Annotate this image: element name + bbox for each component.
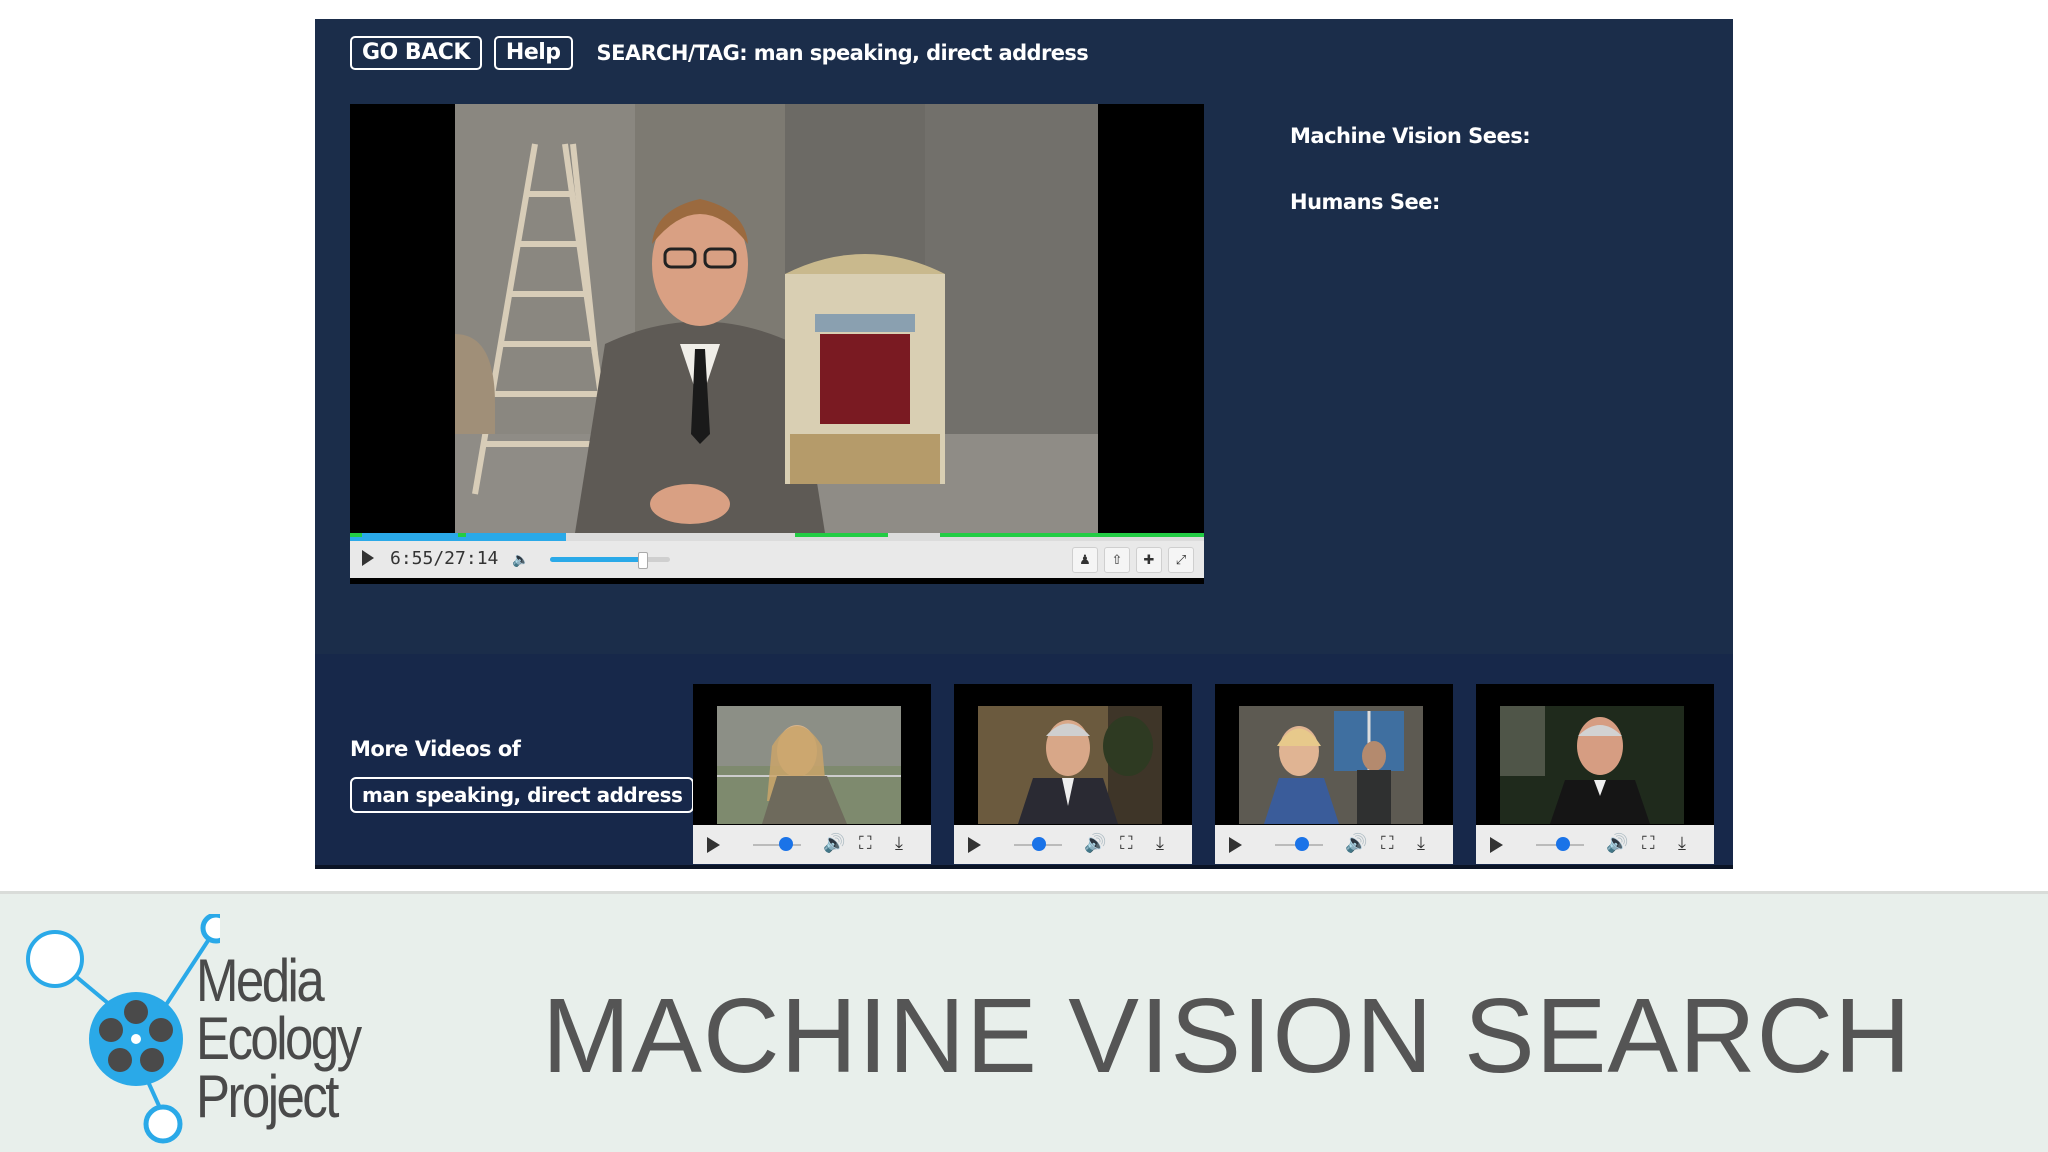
volume-knob[interactable] — [638, 552, 649, 569]
video-frame[interactable] — [455, 104, 1098, 533]
more-videos-label: More Videos of — [350, 737, 521, 761]
download-icon[interactable]: ⤓ — [1156, 833, 1164, 854]
volume-slider[interactable] — [550, 552, 670, 569]
volume-icon[interactable]: 🔈 — [512, 551, 529, 568]
humans-see-label: Humans See: — [1290, 190, 1440, 214]
thumbnail-controls: 🔊 ⛶ ⤓ — [954, 825, 1192, 864]
download-icon[interactable]: ⤓ — [1417, 833, 1425, 854]
help-button[interactable]: Help — [493, 36, 573, 70]
play-icon[interactable] — [968, 837, 981, 853]
download-icon[interactable]: ⤓ — [1678, 833, 1686, 854]
progress-bar[interactable] — [350, 533, 1204, 541]
fullscreen-icon[interactable]: ⤢ — [1168, 547, 1194, 573]
volume-icon[interactable]: 🔊 — [823, 833, 845, 854]
title-banner: Media Ecology Project MACHINE VISION SEA… — [0, 894, 2048, 1152]
more-videos-tag-button[interactable]: man speaking, direct address — [350, 777, 695, 813]
page-title: MACHINE VISION SEARCH — [542, 977, 1912, 1095]
slider-knob[interactable] — [1032, 837, 1046, 851]
fullscreen-icon[interactable]: ⛶ — [1120, 833, 1133, 854]
volume-icon[interactable]: 🔊 — [1345, 833, 1367, 854]
download-icon[interactable]: ⤓ — [895, 833, 903, 854]
strip-border — [315, 865, 1733, 869]
volume-fill — [550, 557, 643, 562]
app-window: GO BACK Help SEARCH/TAG: man speaking, d… — [315, 19, 1733, 869]
video-thumbnail[interactable]: 🔊 ⛶ ⤓ — [954, 684, 1192, 864]
tag-segment[interactable] — [940, 533, 1204, 537]
logo-text-project: Project — [196, 1063, 339, 1130]
thumbnail-controls: 🔊 ⛶ ⤓ — [693, 825, 931, 864]
tag-segment[interactable] — [795, 533, 888, 537]
machine-vision-label: Machine Vision Sees: — [1290, 124, 1531, 148]
player-actions: ♟ ⇧ ✚ ⤢ — [1072, 547, 1194, 573]
film-reel-logo-icon — [26, 914, 220, 1144]
player-controls: 6:55/27:14 🔈 ♟ ⇧ ✚ ⤢ — [350, 541, 1204, 578]
video-thumbnail[interactable]: 🔊 ⛶ ⤓ — [1476, 684, 1714, 864]
thumbnail-controls: 🔊 ⛶ ⤓ — [1215, 825, 1453, 864]
upload-icon[interactable]: ⇧ — [1104, 547, 1130, 573]
thumbnail-image[interactable] — [1500, 706, 1684, 824]
video-thumbnail[interactable]: 🔊 ⛶ ⤓ — [1215, 684, 1453, 864]
slider-knob[interactable] — [1556, 837, 1570, 851]
thumbnail-image[interactable] — [978, 706, 1162, 824]
play-icon[interactable] — [1490, 837, 1503, 853]
thumbnail-slider[interactable] — [753, 844, 801, 846]
go-back-button[interactable]: GO BACK — [350, 36, 482, 70]
play-icon[interactable] — [707, 837, 720, 853]
time-readout: 6:55/27:14 — [390, 548, 499, 569]
video-player[interactable]: 6:55/27:14 🔈 ♟ ⇧ ✚ ⤢ — [350, 104, 1204, 584]
tag-segment[interactable] — [350, 533, 362, 537]
slider-knob[interactable] — [1295, 837, 1309, 851]
fullscreen-icon[interactable]: ⛶ — [1381, 833, 1394, 854]
tag-segment[interactable] — [458, 533, 466, 537]
screen: GO BACK Help SEARCH/TAG: man speaking, d… — [0, 0, 2048, 1152]
volume-icon[interactable]: 🔊 — [1606, 833, 1628, 854]
video-still-man-speaking — [455, 104, 1098, 533]
toolbar: GO BACK Help SEARCH/TAG: man speaking, d… — [350, 36, 1089, 70]
play-icon[interactable] — [362, 550, 374, 566]
play-icon[interactable] — [1229, 837, 1242, 853]
thumbnail-controls: 🔊 ⛶ ⤓ — [1476, 825, 1714, 864]
thumbnail-image[interactable] — [1239, 706, 1423, 824]
slider-knob[interactable] — [779, 837, 793, 851]
thumbnail-image[interactable] — [717, 706, 901, 824]
user-icon[interactable]: ♟ — [1072, 547, 1098, 573]
video-thumbnail[interactable]: 🔊 ⛶ ⤓ — [693, 684, 931, 864]
search-tag-label: SEARCH/TAG: man speaking, direct address — [596, 41, 1089, 65]
fullscreen-icon[interactable]: ⛶ — [1642, 833, 1655, 854]
fullscreen-icon[interactable]: ⛶ — [859, 833, 872, 854]
more-videos-strip: More Videos of man speaking, direct addr… — [315, 654, 1733, 869]
add-icon[interactable]: ✚ — [1136, 547, 1162, 573]
volume-icon[interactable]: 🔊 — [1084, 833, 1106, 854]
